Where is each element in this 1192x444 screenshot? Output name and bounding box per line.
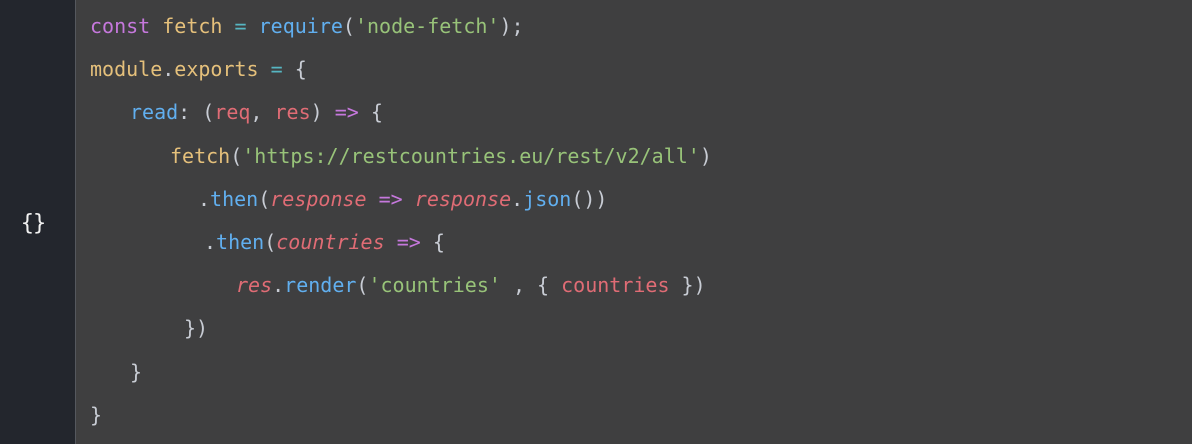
code-token: .	[162, 57, 175, 81]
language-gutter: {}	[0, 0, 76, 444]
code-token: res	[274, 100, 311, 124]
code-line: fetch('https://restcountries.eu/rest/v2/…	[170, 141, 712, 171]
code-token: (	[230, 144, 243, 168]
code-token: {	[420, 230, 445, 254]
code-token: res	[236, 273, 273, 297]
code-token: =	[234, 14, 247, 38]
code-token: json	[523, 187, 572, 211]
code-token: response	[270, 187, 367, 211]
code-token: require	[258, 14, 343, 38]
code-token: countries	[276, 230, 385, 254]
code-token: })	[669, 273, 706, 297]
code-token: ())	[571, 187, 608, 211]
code-line: .then(countries => {	[204, 227, 445, 257]
code-token: =>	[378, 187, 403, 211]
code-token: {	[282, 57, 307, 81]
code-token: )	[699, 144, 712, 168]
code-token: ,	[250, 100, 275, 124]
code-token: countries	[561, 273, 670, 297]
code-token: fetch	[170, 144, 231, 168]
code-area: const fetch = require('node-fetch'); mod…	[76, 0, 1192, 444]
code-snippet-window: {} const fetch = require('node-fetch'); …	[0, 0, 1192, 444]
code-token: (	[258, 187, 271, 211]
code-token: );	[499, 14, 524, 38]
code-token: : (	[178, 100, 215, 124]
code-token: {	[358, 100, 383, 124]
code-token: const	[90, 14, 151, 38]
code-token: exports	[174, 57, 259, 81]
code-token: })	[184, 316, 209, 340]
code-line: }	[90, 400, 102, 430]
code-token: then	[210, 187, 259, 211]
code-line: }	[130, 357, 142, 387]
code-token: read	[130, 100, 179, 124]
code-token: =>	[396, 230, 421, 254]
code-token: (	[356, 273, 369, 297]
code-token: fetch	[162, 14, 223, 38]
code-token: module	[90, 57, 163, 81]
code-token: (	[264, 230, 277, 254]
braces-icon: {}	[20, 211, 47, 236]
code-line: })	[184, 313, 208, 343]
code-token: 'node-fetch'	[354, 14, 500, 38]
code-token: then	[216, 230, 265, 254]
code-token: }	[130, 360, 143, 384]
code-token: }	[90, 403, 103, 427]
code-line: read: (req, res) => {	[130, 97, 383, 127]
code-token: =>	[334, 100, 359, 124]
code-token: )	[310, 100, 335, 124]
code-token: (	[342, 14, 355, 38]
code-token: , {	[500, 273, 562, 297]
code-token: .	[511, 187, 524, 211]
code-token: =	[270, 57, 283, 81]
code-token: render	[284, 273, 357, 297]
code-token: 'countries'	[368, 273, 501, 297]
code-token: .	[272, 273, 285, 297]
code-line: res.render('countries' , { countries })	[236, 270, 706, 300]
code-token: response	[414, 187, 512, 211]
code-token: .	[198, 187, 211, 211]
code-token: .	[204, 230, 217, 254]
code-line: const fetch = require('node-fetch');	[90, 11, 524, 41]
code-token: 'https://restcountries.eu/rest/v2/all'	[242, 144, 700, 168]
code-token: req	[214, 100, 251, 124]
code-line: .then(response => response.json())	[198, 184, 607, 214]
code-line: module.exports = {	[90, 54, 307, 84]
